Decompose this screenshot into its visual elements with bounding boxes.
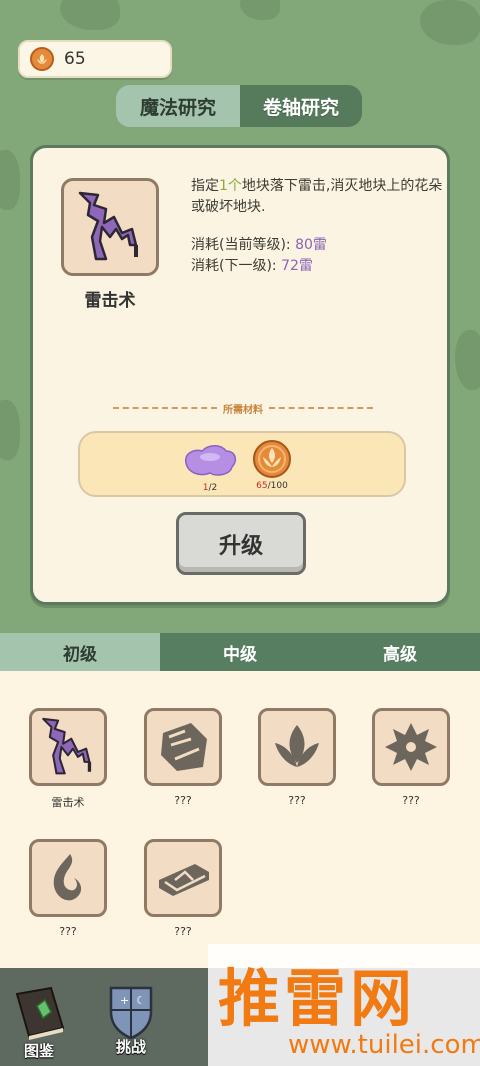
lightning-icon (42, 717, 92, 775)
watermark: 推雷网 www.tuilei.com (208, 944, 480, 1066)
nav-label: 图鉴 (23, 1042, 54, 1060)
material-count: 65/100 (256, 481, 288, 491)
spell-slot-label: ??? (174, 794, 192, 807)
tab-beginner[interactable]: 初级 (0, 633, 160, 671)
ingot-icon (159, 864, 209, 896)
spell-slot-box[interactable] (144, 839, 222, 917)
spell-slot-label: 雷击术 (51, 796, 85, 809)
level-tabs: 初级 中级 高级 (0, 633, 480, 671)
material-item: 1/2 (180, 439, 240, 493)
spell-slot-label: ??? (402, 794, 420, 807)
spell-slot[interactable]: ??? (28, 839, 108, 938)
desc-highlight: 1个 (219, 178, 242, 194)
spell-slot-box[interactable] (29, 708, 107, 786)
svg-text:+: + (120, 994, 129, 1007)
watermark-url: www.tuilei.com (288, 1030, 480, 1060)
spell-slot-label: ??? (59, 925, 77, 938)
nav-label: 挑战 (115, 1038, 146, 1056)
snowflake-icon (385, 723, 437, 771)
spell-slot-box[interactable] (29, 839, 107, 917)
research-tabs: 魔法研究 卷轴研究 (116, 85, 362, 127)
background-leaf (60, 0, 120, 30)
lightning-icon (78, 191, 138, 261)
material-have: 65 (256, 481, 268, 491)
desc-text: 指定 (191, 178, 219, 194)
spell-description: 指定1个地块落下雷击,消灭地块上的花朵或破坏地块. (191, 176, 446, 218)
leaf-icon (275, 725, 319, 767)
selected-spell-icon (61, 178, 159, 276)
nav-item-challenge[interactable]: + ☾ 挑战 (96, 982, 166, 1057)
spell-cost: 消耗(当前等级): 80雷 消耗(下一级): 72雷 (191, 235, 327, 277)
materials-box: 1/2 65/100 (78, 431, 406, 497)
coin-icon (253, 440, 291, 478)
spell-slot-box[interactable] (258, 708, 336, 786)
material-count: 1/2 (203, 483, 218, 493)
coin-icon (30, 47, 54, 71)
cost-current-label: 消耗(当前等级): (191, 237, 291, 253)
background-leaf (420, 0, 480, 45)
tab-advanced[interactable]: 高级 (320, 633, 480, 671)
flame-icon (53, 854, 82, 901)
spell-slot[interactable]: ??? (371, 708, 451, 807)
materials-title-text: 所需材料 (223, 404, 263, 416)
spell-slot[interactable]: ??? (257, 708, 337, 807)
background-leaf (0, 150, 20, 210)
spell-detail-card: 雷击术 指定1个地块落下雷击,消灭地块上的花朵或破坏地块. 消耗(当前等级): … (30, 145, 450, 605)
tab-scroll-research[interactable]: 卷轴研究 (240, 85, 362, 127)
spell-slot-label: ??? (288, 794, 306, 807)
cost-next-value: 72雷 (281, 258, 313, 274)
upgrade-button[interactable]: 升级 (176, 512, 306, 575)
spell-slot[interactable]: 雷击术 (28, 708, 108, 810)
spell-slot-box[interactable] (144, 708, 222, 786)
spell-slot[interactable]: ??? (143, 839, 223, 938)
background-leaf (0, 400, 20, 460)
material-need: /2 (208, 483, 218, 493)
material-need: /100 (267, 481, 288, 491)
tab-magic-research[interactable]: 魔法研究 (116, 85, 240, 127)
purple-gem-icon (185, 445, 237, 476)
spells-grid: 雷击术 ??? ??? ??? ??? ??? (0, 671, 480, 968)
spell-name: 雷击术 (84, 291, 136, 311)
spell-slot[interactable]: ??? (143, 708, 223, 807)
nav-item-codex[interactable]: 图鉴 (4, 982, 74, 1061)
currency-display: 65 (18, 40, 172, 78)
material-item: 65/100 (252, 439, 292, 491)
cost-next-label: 消耗(下一级): (191, 258, 277, 274)
background-leaf (455, 330, 480, 390)
book-icon (15, 986, 65, 1040)
svg-text:☾: ☾ (136, 994, 146, 1007)
rock-icon (161, 723, 207, 771)
materials-title: 所需材料 (107, 400, 379, 416)
watermark-text: 推雷网 (218, 962, 417, 1035)
coin-amount: 65 (64, 49, 86, 69)
shield-icon: + ☾ (109, 986, 153, 1040)
spell-slot-label: ??? (174, 925, 192, 938)
cost-current-value: 80雷 (295, 237, 327, 253)
tab-intermediate[interactable]: 中级 (160, 633, 320, 671)
background-leaf (240, 0, 280, 20)
spell-slot-box[interactable] (372, 708, 450, 786)
